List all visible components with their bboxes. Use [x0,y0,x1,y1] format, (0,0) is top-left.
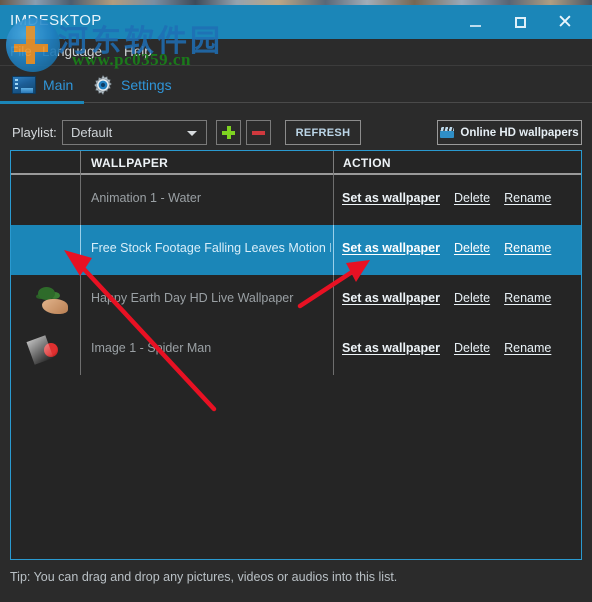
close-button[interactable]: ✕ [548,5,582,39]
wallpaper-name: Image 1 - Spider Man [91,341,212,355]
table-row[interactable]: Image 1 - Spider Man Set as wallpaper De… [11,325,581,375]
toolbar: Playlist: Default REFRESH Online HD wall… [0,118,592,150]
row-divider-1 [80,225,81,275]
gear-icon [92,74,114,96]
menu-item-language[interactable]: Language [42,44,102,59]
playlist-label: Playlist: [12,125,57,140]
wallpaper-name: Happy Earth Day HD Live Wallpaper [91,291,294,305]
online-hd-wallpapers-button[interactable]: Online HD wallpapers [437,120,582,145]
tab-bar: Main Settings [0,67,592,103]
rename-link[interactable]: Rename [504,191,551,205]
menu-bar: File Language Help [0,39,592,66]
menu-item-file[interactable]: File [10,44,32,59]
playlist-selected-value: Default [71,125,113,140]
window-title: IMDESKTOP [10,12,102,29]
wallpaper-name: Animation 1 - Water [91,191,201,205]
title-bar: IMDESKTOP ✕ [0,5,592,39]
list-rows: Animation 1 - Water Set as wallpaper Del… [11,175,581,375]
chevron-down-icon [187,131,197,136]
maximize-button[interactable] [503,5,537,39]
set-as-wallpaper-link[interactable]: Set as wallpaper [342,191,440,205]
close-icon: ✕ [557,11,573,33]
row-divider-1 [80,325,81,375]
row-divider-2 [333,325,334,375]
set-as-wallpaper-link[interactable]: Set as wallpaper [342,341,440,355]
monitor-icon [12,76,36,94]
tab-settings-label: Settings [121,77,172,93]
table-row[interactable]: Happy Earth Day HD Live Wallpaper Set as… [11,275,581,325]
tab-main-label: Main [43,77,74,93]
minimize-icon [469,25,481,27]
maximize-icon [514,16,526,28]
tab-bar-divider [84,102,592,103]
add-playlist-button[interactable] [216,120,241,145]
tip-text: Tip: You can drag and drop any pictures,… [10,570,398,584]
set-as-wallpaper-link[interactable]: Set as wallpaper [342,241,440,255]
wallpaper-thumbnail [22,234,77,267]
row-actions: Set as wallpaper Delete Rename [342,191,551,205]
wallpaper-thumbnail [22,184,77,217]
wallpaper-thumbnail [22,334,77,367]
window-controls: ✕ [458,5,592,39]
delete-link[interactable]: Delete [454,241,490,255]
wallpaper-thumbnail [22,284,77,317]
header-divider-2 [333,151,334,175]
row-actions: Set as wallpaper Delete Rename [342,341,551,355]
minimize-button[interactable] [458,5,492,39]
wallpaper-name: Free Stock Footage Falling Leaves Motion… [91,241,331,255]
table-row[interactable]: Animation 1 - Water Set as wallpaper Del… [11,175,581,225]
playlist-select[interactable]: Default [62,120,207,145]
table-row[interactable]: Free Stock Footage Falling Leaves Motion… [11,225,581,275]
tab-main[interactable]: Main [12,67,73,103]
delete-link[interactable]: Delete [454,341,490,355]
list-header: WALLPAPER ACTION [11,151,581,175]
tab-settings[interactable]: Settings [92,67,172,103]
minus-icon [252,130,265,135]
delete-link[interactable]: Delete [454,191,490,205]
remove-playlist-button[interactable] [246,120,271,145]
clapperboard-icon [440,127,455,138]
row-divider-1 [80,275,81,325]
active-tab-indicator [0,101,84,104]
imdesktop-window: IMDESKTOP ✕ File Language Help Main Sett… [0,0,592,602]
header-divider-1 [80,151,81,175]
column-header-wallpaper: WALLPAPER [91,156,169,170]
rename-link[interactable]: Rename [504,291,551,305]
delete-link[interactable]: Delete [454,291,490,305]
online-hd-wallpapers-label: Online HD wallpapers [460,126,579,139]
column-header-action: ACTION [343,156,391,170]
row-divider-1 [80,175,81,225]
row-divider-2 [333,275,334,325]
wallpaper-list: WALLPAPER ACTION Animation 1 - Water Set… [10,150,582,560]
rename-link[interactable]: Rename [504,341,551,355]
rename-link[interactable]: Rename [504,241,551,255]
row-actions: Set as wallpaper Delete Rename [342,291,551,305]
refresh-button[interactable]: REFRESH [285,120,361,145]
menu-item-help[interactable]: Help [124,44,152,59]
plus-icon [222,126,235,139]
row-actions: Set as wallpaper Delete Rename [342,241,551,255]
row-divider-2 [333,175,334,225]
set-as-wallpaper-link[interactable]: Set as wallpaper [342,291,440,305]
row-divider-2 [333,225,334,275]
